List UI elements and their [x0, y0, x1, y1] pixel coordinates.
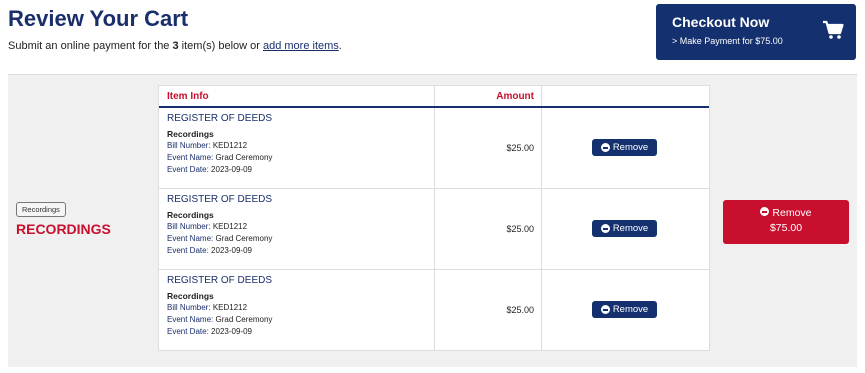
remove-label: Remove — [612, 304, 649, 315]
minus-circle-icon — [600, 305, 610, 314]
items-table: Item Info Amount REGISTER OF DEEDS Recor… — [158, 85, 710, 351]
event-name-label: Event Name: — [167, 315, 214, 324]
event-date-value: 2023-09-09 — [211, 327, 252, 336]
event-name-label: Event Name: — [167, 234, 214, 243]
remove-item-button[interactable]: Remove — [592, 220, 657, 237]
event-name: Event Name: Grad Ceremony — [167, 234, 272, 243]
bill-number-label: Bill Number: — [167, 222, 211, 231]
item-category: Recordings — [167, 129, 214, 139]
table-header: Item Info Amount — [159, 86, 709, 108]
add-more-items-link[interactable]: add more items — [263, 40, 339, 52]
page-title: Review Your Cart — [8, 6, 189, 31]
item-amount: $25.00 — [506, 305, 534, 315]
minus-circle-icon — [600, 224, 610, 233]
remove-item-button[interactable]: Remove — [592, 139, 657, 156]
category-badge: Recordings — [16, 202, 66, 217]
table-row: REGISTER OF DEEDS Recordings Bill Number… — [159, 189, 709, 270]
event-date-label: Event Date: — [167, 246, 209, 255]
event-name-value: Grad Ceremony — [215, 234, 273, 243]
event-date-label: Event Date: — [167, 165, 209, 174]
bill-number-label: Bill Number: — [167, 141, 211, 150]
event-name: Event Name: Grad Ceremony — [167, 315, 272, 324]
event-date-value: 2023-09-09 — [211, 165, 252, 174]
bill-number: Bill Number: KED1212 — [167, 141, 247, 150]
item-title: REGISTER OF DEEDS — [167, 194, 273, 205]
subtitle-text-mid: item(s) below or — [178, 40, 263, 52]
event-name-label: Event Name: — [167, 153, 214, 162]
item-amount: $25.00 — [506, 143, 534, 153]
subtitle-text-pre: Submit an online payment for the — [8, 40, 173, 52]
remove-category-button[interactable]: Remove $75.00 — [723, 200, 849, 244]
remove-label: Remove — [612, 223, 649, 234]
item-amount: $25.00 — [506, 224, 534, 234]
item-category: Recordings — [167, 210, 214, 220]
remove-category-label: Remove — [772, 207, 812, 219]
event-date: Event Date: 2023-09-09 — [167, 246, 252, 255]
subtitle-text-post: . — [338, 40, 342, 52]
bill-number-value: KED1212 — [212, 303, 248, 312]
table-row: REGISTER OF DEEDS Recordings Bill Number… — [159, 270, 709, 350]
minus-circle-icon — [760, 207, 770, 216]
bill-number-label: Bill Number: — [167, 303, 211, 312]
event-name-value: Grad Ceremony — [215, 153, 273, 162]
event-date: Event Date: 2023-09-09 — [167, 327, 252, 336]
bill-number: Bill Number: KED1212 — [167, 222, 247, 231]
event-name-value: Grad Ceremony — [215, 315, 273, 324]
event-date: Event Date: 2023-09-09 — [167, 165, 252, 174]
event-date-value: 2023-09-09 — [211, 246, 252, 255]
remove-item-button[interactable]: Remove — [592, 301, 657, 318]
event-name: Event Name: Grad Ceremony — [167, 153, 272, 162]
cart-icon — [823, 20, 844, 39]
remove-label: Remove — [612, 142, 649, 153]
cart-panel: Recordings RECORDINGS Item Info Amount R… — [8, 74, 857, 367]
item-title: REGISTER OF DEEDS — [167, 113, 273, 124]
bill-number: Bill Number: KED1212 — [167, 303, 247, 312]
bill-number-value: KED1212 — [212, 222, 248, 231]
checkout-now-button[interactable]: Checkout Now > Make Payment for $75.00 — [656, 4, 856, 60]
remove-category-amount: $75.00 — [769, 222, 803, 234]
page-subtitle: Submit an online payment for the 3 item(… — [8, 40, 342, 52]
column-header-item-info: Item Info — [167, 91, 209, 102]
item-category: Recordings — [167, 291, 214, 301]
column-header-amount: Amount — [496, 91, 534, 102]
remove-category-label-line: Remove — [723, 207, 849, 219]
category-name: RECORDINGS — [16, 221, 111, 237]
event-date-label: Event Date: — [167, 327, 209, 336]
minus-circle-icon — [600, 143, 610, 152]
item-title: REGISTER OF DEEDS — [167, 275, 273, 286]
bill-number-value: KED1212 — [212, 141, 248, 150]
table-row: REGISTER OF DEEDS Recordings Bill Number… — [159, 108, 709, 189]
